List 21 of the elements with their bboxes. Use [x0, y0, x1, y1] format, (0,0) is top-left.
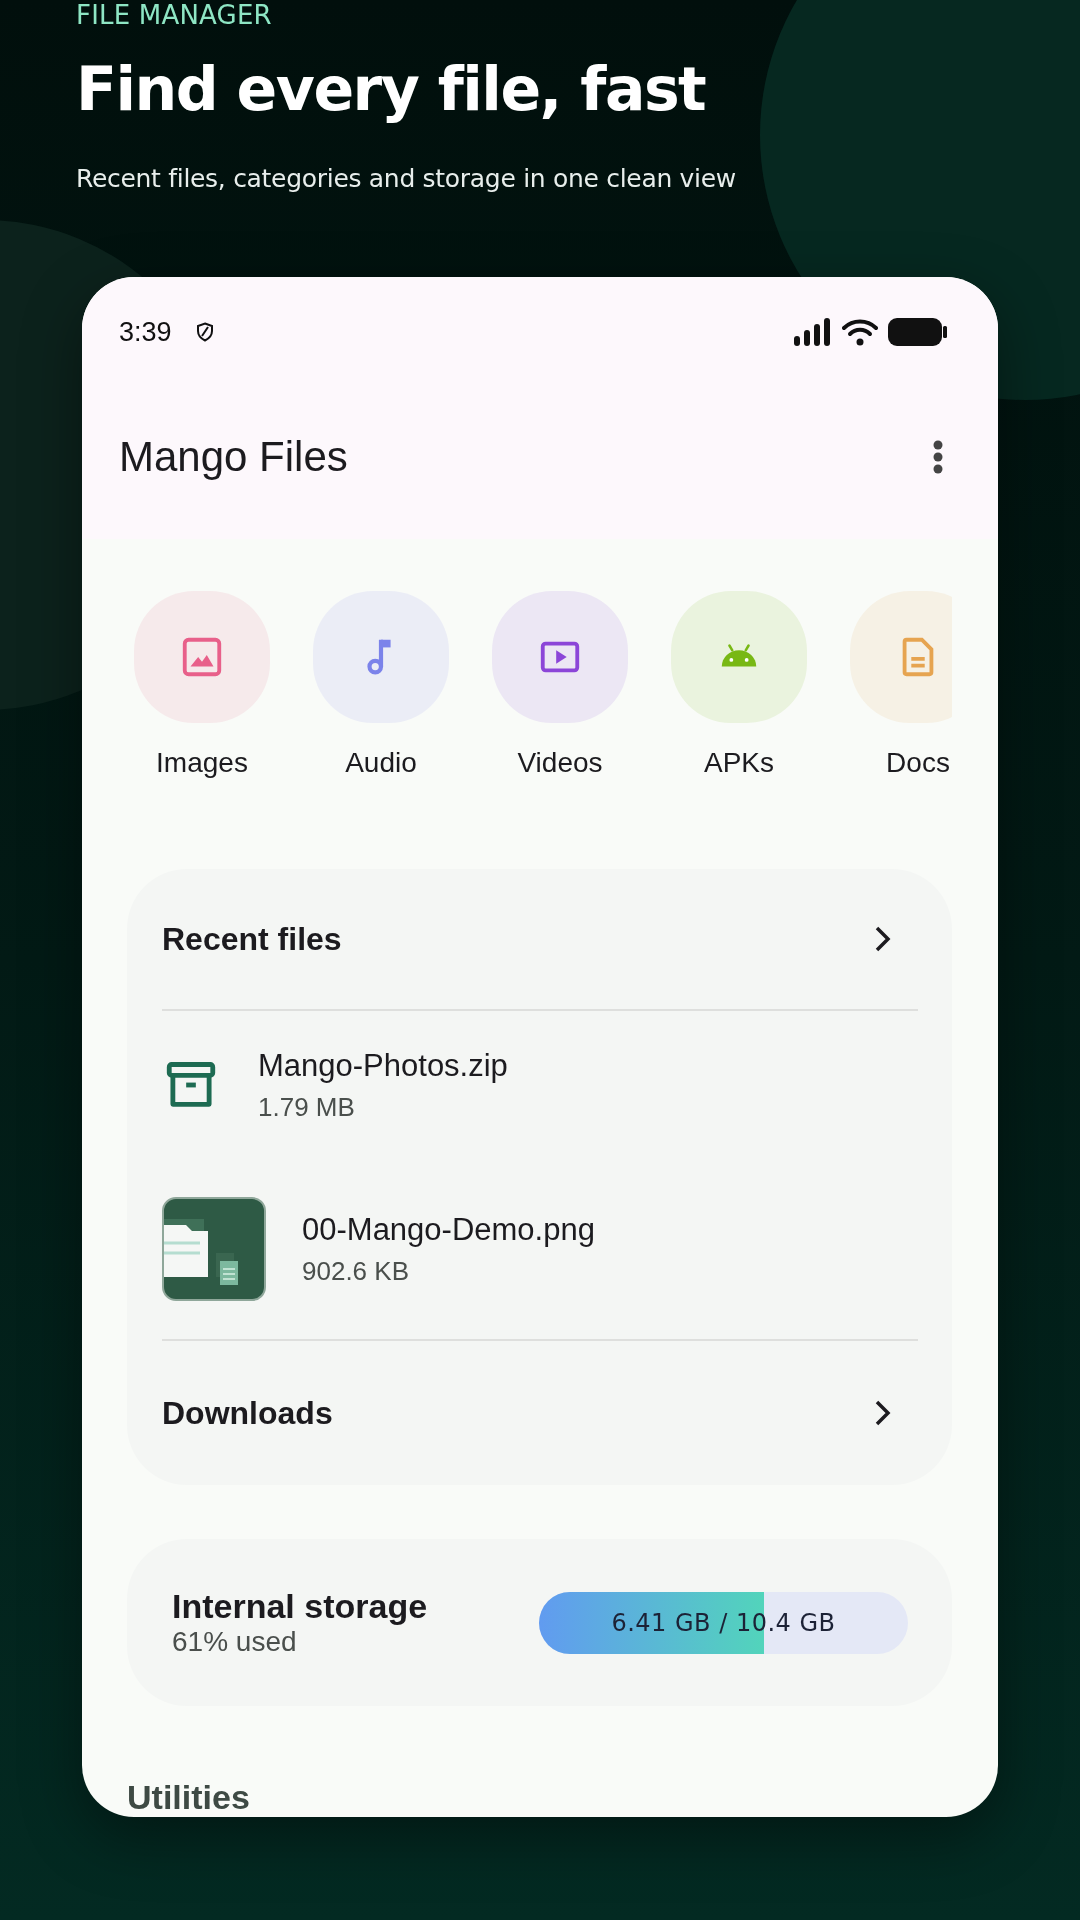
status-time: 3:39: [119, 316, 172, 348]
signal-icon: [794, 318, 832, 346]
storage-usage: 61% used: [172, 1626, 298, 1658]
downloads-link[interactable]: Downloads: [162, 1341, 918, 1485]
hero-title: Find every file, fast: [76, 54, 707, 124]
eyebrow-label: FILE MANAGER: [76, 0, 273, 30]
shield-icon: [195, 322, 214, 342]
recent-files-link[interactable]: Recent files: [162, 869, 918, 1009]
section-title: Utilities: [127, 1778, 251, 1817]
file-name: 00-Mango-Demo.png: [302, 1211, 595, 1248]
hero-subtitle: Recent files, categories and storage in one clean view: [76, 164, 737, 193]
file-name: Mango-Photos.zip: [258, 1047, 508, 1084]
battery-icon: [888, 317, 948, 347]
chevron-right-icon: [874, 1399, 892, 1427]
wifi-icon: [842, 318, 878, 346]
app-title: Mango Files: [119, 433, 349, 481]
chevron-right-icon: [874, 925, 892, 953]
storage-reading: 6.41 GB / 10.4 GB: [611, 1608, 836, 1637]
file-size: 1.79 MB: [258, 1091, 356, 1123]
file-size: 902.6 KB: [302, 1255, 410, 1287]
storage-title: Internal storage: [172, 1587, 428, 1626]
